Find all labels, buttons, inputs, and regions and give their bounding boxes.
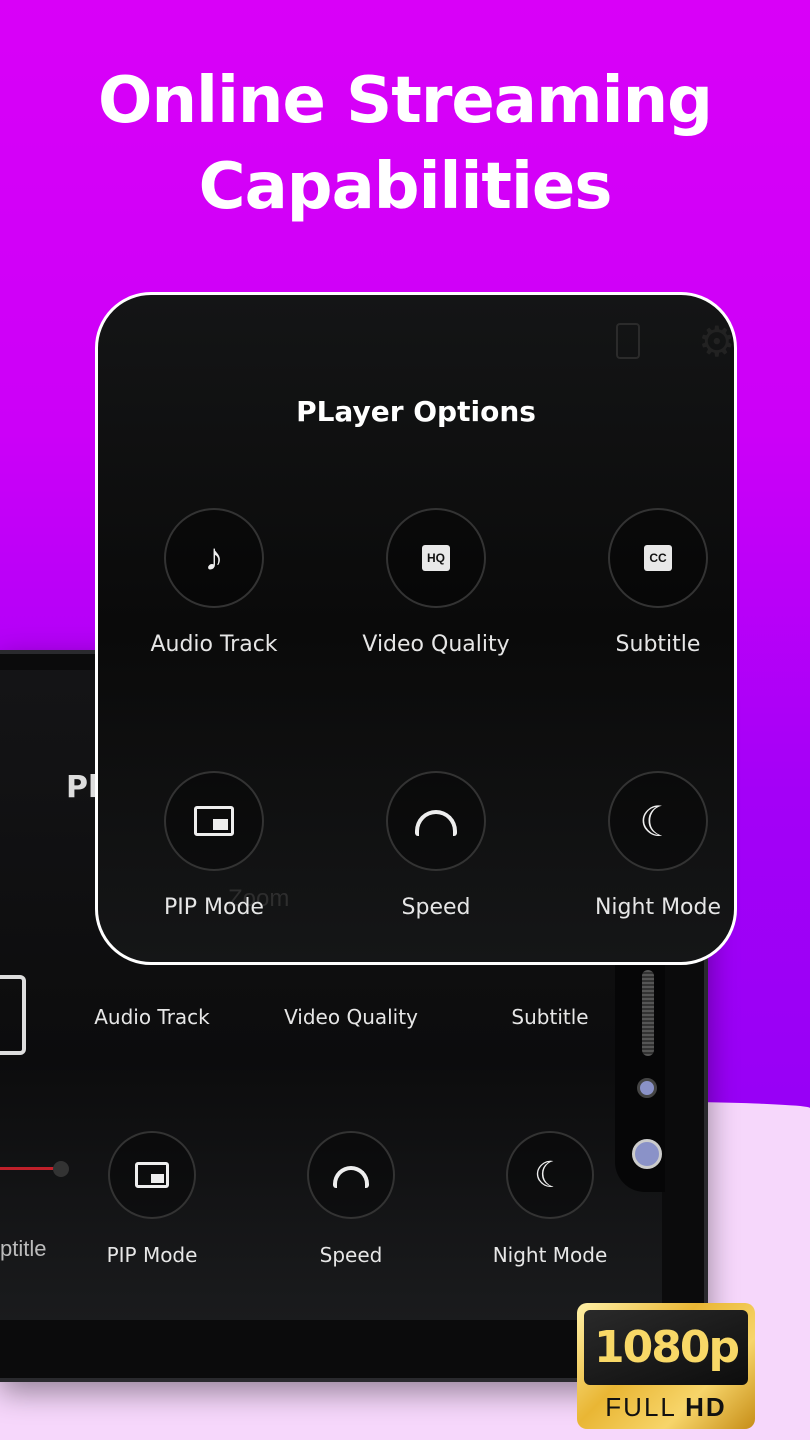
speedometer-icon [307, 1131, 395, 1219]
moon-icon: ☾ [608, 771, 708, 871]
option-label: Subtitle [511, 1005, 589, 1029]
player-options-card: ⚙ PLayer Options Zoom ♪ Audio Track HQ V… [95, 292, 737, 965]
option-night-mode[interactable]: ☾ Night Mode [578, 771, 734, 920]
option-label: Video Quality [362, 632, 510, 657]
bg-option-subtitle: Subtitle [480, 1005, 620, 1029]
badge-full: FULL [605, 1392, 676, 1422]
option-label: Audio Track [94, 1005, 210, 1029]
hq-icon: HQ [386, 508, 486, 608]
bg-option-video-quality: Video Quality [270, 1005, 432, 1029]
card-title: PLayer Options [296, 395, 536, 428]
bg-title-partial: Pl [66, 770, 99, 805]
option-video-quality[interactable]: HQ Video Quality [346, 508, 526, 657]
option-label: Night Mode [594, 895, 722, 920]
gear-icon[interactable]: ⚙ [698, 317, 734, 366]
bg-option-audio-track: Audio Track [82, 1005, 222, 1029]
front-camera [632, 1139, 662, 1169]
headline: Online Streaming Capabilities [0, 58, 810, 230]
option-pip-mode[interactable]: PIP Mode [134, 771, 294, 920]
badge-resolution: 1080p [584, 1310, 748, 1385]
bg-seekbar-thumb [53, 1161, 69, 1177]
cc-icon: CC [608, 508, 708, 608]
badge-label: FULL HD [577, 1392, 755, 1423]
rotate-icon[interactable] [616, 323, 640, 359]
option-label: Audio Track [150, 632, 278, 657]
moon-icon: ☾ [506, 1131, 594, 1219]
option-label: PIP Mode [106, 1243, 198, 1267]
bg-subtitle-partial: ptitle [0, 1236, 47, 1261]
option-label: Speed [401, 895, 471, 920]
option-audio-track[interactable]: ♪ Audio Track [134, 508, 294, 657]
music-note-icon: ♪ [164, 508, 264, 608]
bg-option-night: ☾ Night Mode [480, 1131, 620, 1267]
bg-seekbar [0, 1167, 60, 1170]
option-speed[interactable]: Speed [356, 771, 516, 920]
headline-line-1: Online Streaming [98, 64, 713, 138]
bg-lock-icon [0, 975, 26, 1055]
option-label: Night Mode [492, 1243, 608, 1267]
front-camera-small [637, 1078, 657, 1098]
option-subtitle[interactable]: CC Subtitle [578, 508, 734, 657]
pip-icon [164, 771, 264, 871]
full-hd-badge: 1080p FULL HD [577, 1303, 755, 1429]
speedometer-icon [386, 771, 486, 871]
badge-hd: HD [685, 1392, 727, 1422]
option-label: Video Quality [284, 1005, 418, 1029]
bg-option-pip: PIP Mode [82, 1131, 222, 1267]
headline-line-2: Capabilities [198, 150, 613, 224]
option-label: PIP Mode [164, 895, 264, 920]
pip-icon [108, 1131, 196, 1219]
option-label: Speed [319, 1243, 383, 1267]
option-label: Subtitle [615, 632, 701, 657]
bg-option-speed: Speed [281, 1131, 421, 1267]
phone-speaker [642, 970, 654, 1056]
